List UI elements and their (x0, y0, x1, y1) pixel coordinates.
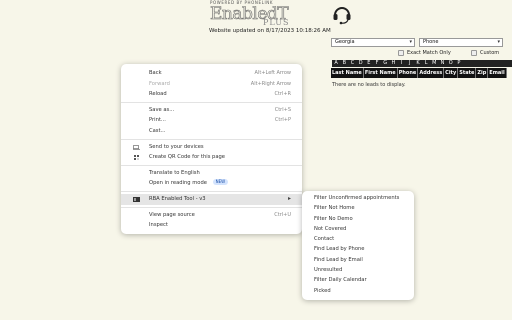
shortcut-label: Alt+Left Arrow (254, 70, 291, 76)
menu-item-back[interactable]: Back Alt+Left Arrow (121, 68, 302, 79)
menu-item-label: Print... (149, 117, 166, 124)
chevron-right-icon: ▸ (287, 194, 291, 202)
menu-divider (121, 206, 302, 208)
menu-item-forward[interactable]: Forward Alt+Right Arrow (121, 79, 302, 90)
alpha-letter[interactable]: L (422, 60, 430, 67)
alpha-letter[interactable]: N (438, 60, 446, 67)
menu-item-print[interactable]: Print... Ctrl+P (121, 115, 302, 126)
enabled-plus-logo: POWERED BY PHONELINK EnabledT PLUS (208, 0, 304, 28)
leads-table-header: Last Name First Name Phone Address City … (331, 68, 507, 78)
custom-checkbox[interactable] (471, 50, 477, 56)
submenu-item[interactable]: Filter Not Home (302, 203, 414, 213)
submenu-item[interactable]: Find Lead by Email (302, 255, 414, 265)
menu-divider (121, 101, 302, 103)
menu-item-label: Back (149, 70, 162, 76)
menu-item-label: Inspect (149, 222, 168, 229)
menu-item-label: Open in reading mode (149, 180, 207, 187)
alpha-letter[interactable]: J (406, 60, 414, 67)
menu-item-inspect[interactable]: Inspect (121, 220, 302, 231)
alpha-letter[interactable]: H (389, 60, 397, 67)
menu-item-label: Send to your devices (149, 143, 204, 150)
menu-item-reload[interactable]: Reload Ctrl+R (121, 89, 302, 100)
logo-plus: PLUS (263, 18, 290, 27)
type-select-value: Phone (423, 39, 439, 45)
menu-divider (121, 190, 302, 192)
menu-item-send-to-devices[interactable]: Send to your devices (121, 142, 302, 153)
alphabet-filter-bar: A B C D E F G H I J K L M N O P (332, 60, 512, 67)
shortcut-label: Ctrl+P (274, 117, 291, 124)
submenu-item[interactable]: Picked (302, 286, 414, 296)
headset-icon (333, 7, 351, 25)
alpha-letter[interactable]: D (357, 60, 365, 67)
alpha-letter[interactable]: M (430, 60, 438, 67)
chevron-down-icon: ▾ (409, 39, 412, 45)
exact-match-checkbox[interactable] (398, 50, 404, 56)
qr-code-icon (134, 155, 139, 161)
alpha-letter[interactable]: B (340, 60, 348, 67)
menu-item-rba-enabled-tool[interactable]: RBA Enabled Tool - v3 ▸ (121, 193, 302, 205)
alpha-letter[interactable]: I (398, 60, 406, 67)
empty-table-message: There are no leads to display. (332, 82, 406, 88)
submenu-item[interactable]: Not Covered (302, 224, 414, 234)
menu-item-translate[interactable]: Translate to English (121, 168, 302, 179)
alpha-letter[interactable]: K (414, 60, 422, 67)
submenu-item[interactable]: Filter Unconfirmed appointments (302, 193, 414, 203)
shortcut-label: Alt+Right Arrow (250, 80, 291, 87)
menu-item-view-source[interactable]: View page source Ctrl+U (121, 210, 302, 221)
alpha-letter[interactable]: E (365, 60, 373, 67)
alpha-letter[interactable]: A (332, 60, 340, 67)
menu-item-label: Reload (149, 91, 167, 98)
column-header[interactable]: City (444, 68, 459, 78)
menu-item-label: Create QR Code for this page (149, 154, 226, 161)
menu-divider (121, 164, 302, 166)
column-header[interactable]: Last Name (331, 68, 364, 78)
column-header[interactable]: Email (488, 68, 507, 78)
menu-item-reading-mode[interactable]: Open in reading mode NEW (121, 178, 302, 189)
shortcut-label: Ctrl+U (274, 211, 291, 218)
alpha-letter[interactable]: P (455, 60, 463, 67)
column-header[interactable]: State (458, 68, 477, 78)
state-select-value: Georgia (335, 39, 355, 45)
menu-item-cast[interactable]: Cast... (121, 126, 302, 137)
column-header[interactable]: First Name (364, 68, 398, 78)
state-select[interactable]: Georgia ▾ (331, 38, 415, 47)
alpha-letter[interactable]: C (348, 60, 356, 67)
submenu-item[interactable]: Unresulted (302, 265, 414, 275)
column-header[interactable]: Address (418, 68, 445, 78)
menu-item-save-as[interactable]: Save as... Ctrl+S (121, 105, 302, 116)
shortcut-label: Ctrl+R (274, 91, 291, 98)
menu-item-label: Forward (149, 80, 170, 87)
menu-item-label: Save as... (149, 106, 175, 113)
extension-icon (133, 196, 140, 202)
column-header[interactable]: Phone (398, 68, 419, 78)
devices-icon (133, 144, 140, 150)
alpha-letter[interactable]: O (447, 60, 455, 67)
column-header[interactable]: Zip (476, 68, 489, 78)
alpha-letter[interactable]: G (381, 60, 389, 67)
shortcut-label: Ctrl+S (274, 106, 291, 113)
browser-context-menu: Back Alt+Left Arrow Forward Alt+Right Ar… (121, 64, 302, 234)
menu-item-label: RBA Enabled Tool - v3 (149, 195, 206, 202)
menu-item-label: Translate to English (149, 169, 200, 176)
custom-label: Custom (480, 50, 500, 56)
submenu-item[interactable]: Filter Daily Calendar (302, 275, 414, 285)
alpha-letter[interactable]: F (373, 60, 381, 67)
menu-item-create-qr[interactable]: Create QR Code for this page (121, 152, 302, 163)
exact-match-label: Exact Match Only (407, 50, 451, 56)
submenu-item[interactable]: Filter No Demo (302, 214, 414, 224)
rba-tool-submenu: Filter Unconfirmed appointments Filter N… (302, 191, 414, 300)
submenu-item[interactable]: Find Lead by Phone (302, 244, 414, 254)
chevron-down-icon: ▾ (497, 39, 500, 45)
submenu-item[interactable]: Contact (302, 234, 414, 244)
menu-item-label: View page source (149, 211, 195, 218)
menu-item-label: Cast... (149, 127, 166, 134)
type-select[interactable]: Phone ▾ (419, 38, 503, 47)
new-badge: NEW (212, 179, 229, 186)
menu-divider (121, 138, 302, 140)
website-updated-text: Website updated on 8/17/2023 10:18:26 AM (209, 28, 331, 34)
